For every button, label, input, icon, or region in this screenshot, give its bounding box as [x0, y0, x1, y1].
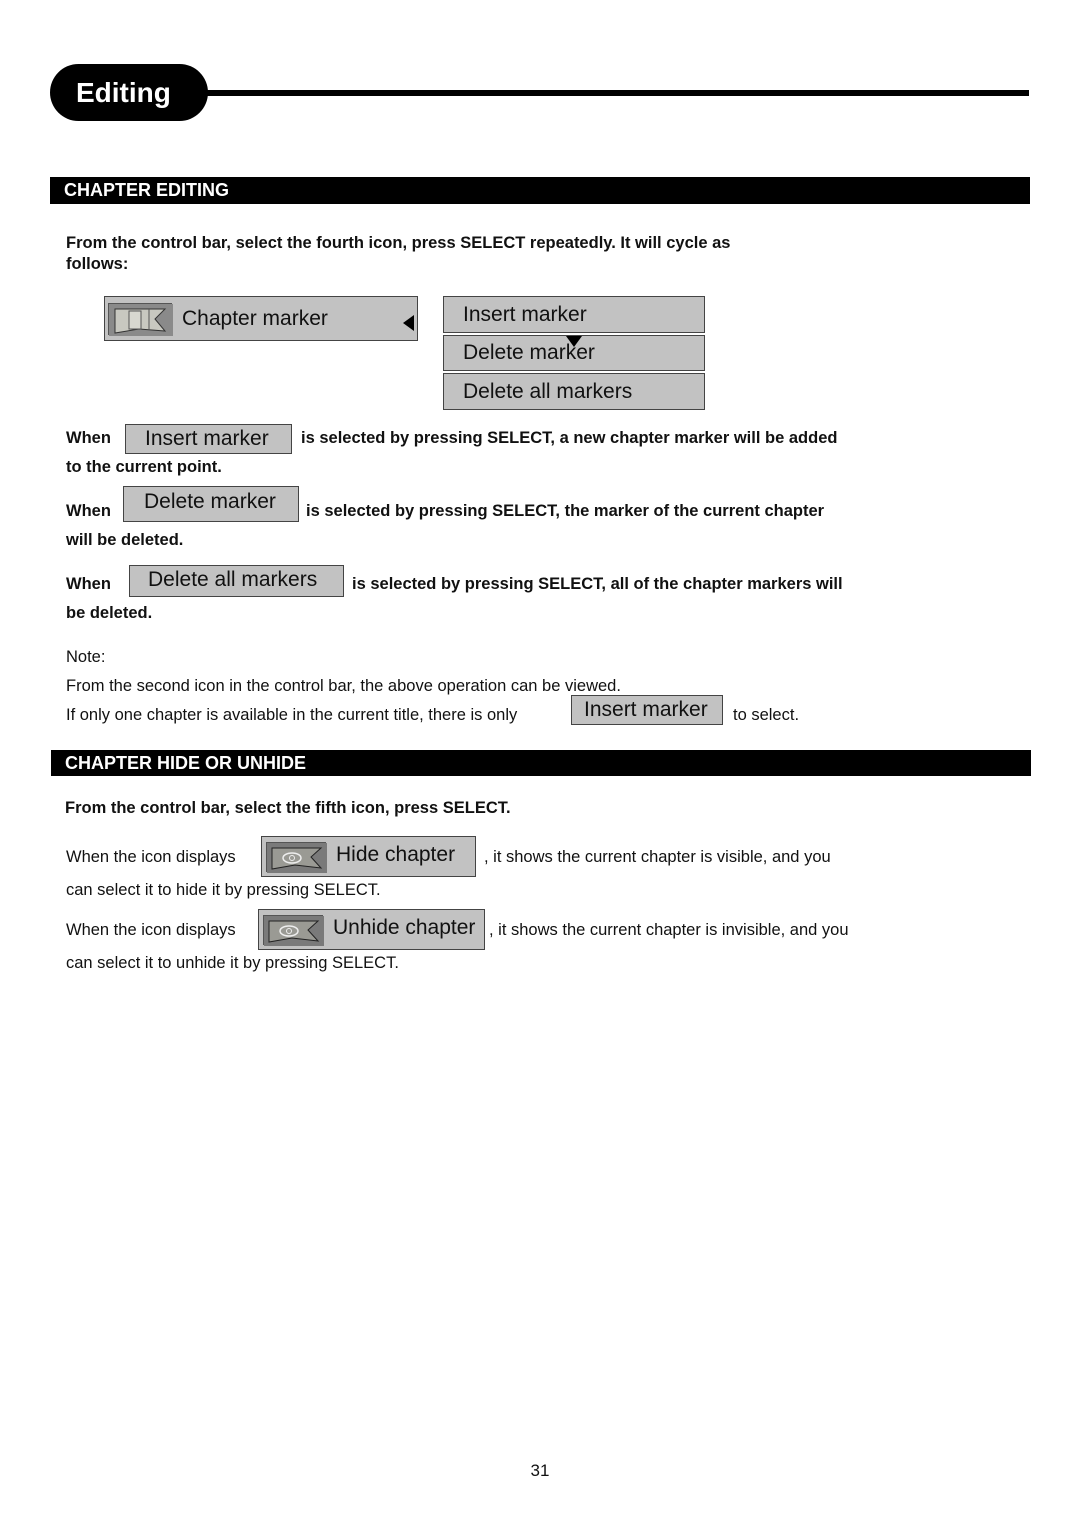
- button-label: Delete marker: [144, 490, 276, 513]
- description-text-line2: will be deleted.: [66, 531, 184, 549]
- page-title: Editing: [50, 64, 208, 121]
- hide-post-text: , it shows the current chapter is visibl…: [484, 848, 831, 866]
- hide-pre-text: When the icon displays: [66, 848, 236, 866]
- button-label: Unhide chapter: [333, 915, 476, 939]
- description-text: is selected by pressing SELECT, all of t…: [352, 575, 843, 593]
- button-label: Hide chapter: [336, 842, 456, 866]
- unhide-post-text: , it shows the current chapter is invisi…: [489, 921, 849, 939]
- chapter-marker-label: Chapter marker: [182, 306, 328, 330]
- description-text-line2: to the current point.: [66, 458, 222, 476]
- chapter-hide-intro: From the control bar, select the fifth i…: [65, 799, 511, 817]
- delete-marker-button[interactable]: Delete marker: [123, 486, 299, 522]
- section-heading-chapter-hide: CHAPTER HIDE OR UNHIDE: [51, 750, 1031, 776]
- insert-marker-button-note[interactable]: Insert marker: [571, 695, 723, 725]
- page-number: 31: [530, 1461, 550, 1480]
- note-line-1: From the second icon in the control bar,…: [66, 677, 621, 695]
- left-arrow-icon: [403, 315, 414, 331]
- menu-item-label: Insert marker: [463, 302, 587, 326]
- when-label: When: [66, 429, 111, 447]
- unhide-line-2: can select it to unhide it by pressing S…: [66, 954, 399, 972]
- down-arrow-icon: [566, 336, 582, 347]
- button-label: Insert marker: [145, 427, 269, 450]
- section-heading-chapter-editing: CHAPTER EDITING: [50, 177, 1030, 204]
- hide-chapter-button[interactable]: Hide chapter: [261, 836, 476, 877]
- unhide-chapter-icon: [263, 914, 324, 946]
- note-line-2: If only one chapter is available in the …: [66, 706, 518, 724]
- chapter-marker-osd[interactable]: Chapter marker: [104, 296, 418, 341]
- menu-item-insert-marker[interactable]: Insert marker: [443, 296, 705, 333]
- when-label: When: [66, 502, 111, 520]
- unhide-chapter-button[interactable]: Unhide chapter: [258, 909, 485, 950]
- intro-line-2: follows:: [66, 255, 129, 273]
- hide-chapter-icon: [266, 841, 327, 873]
- insert-marker-button[interactable]: Insert marker: [125, 424, 292, 454]
- hide-line-2: can select it to hide it by pressing SEL…: [66, 881, 381, 899]
- note-line-2-end: to select.: [733, 706, 800, 724]
- menu-item-delete-all-markers[interactable]: Delete all markers: [443, 373, 705, 410]
- button-label: Delete all markers: [148, 567, 318, 591]
- chapter-flag-icon: [108, 302, 173, 336]
- chapter-editing-intro: From the control bar, select the fourth …: [66, 232, 730, 275]
- delete-all-markers-button[interactable]: Delete all markers: [129, 565, 344, 597]
- unhide-pre-text: When the icon displays: [66, 921, 236, 939]
- title-rule: [200, 90, 1029, 96]
- page-title-text: Editing: [76, 76, 171, 108]
- button-label: Insert marker: [584, 698, 708, 721]
- menu-item-label: Delete all markers: [463, 379, 633, 403]
- description-text: is selected by pressing SELECT, a new ch…: [301, 429, 838, 447]
- description-text: is selected by pressing SELECT, the mark…: [306, 502, 825, 520]
- description-text-line2: be deleted.: [66, 604, 153, 622]
- when-label: When: [66, 575, 111, 593]
- intro-line-1: From the control bar, select the fourth …: [66, 234, 731, 252]
- note-label: Note:: [66, 648, 106, 666]
- menu-item-delete-marker[interactable]: Delete marker: [443, 335, 705, 371]
